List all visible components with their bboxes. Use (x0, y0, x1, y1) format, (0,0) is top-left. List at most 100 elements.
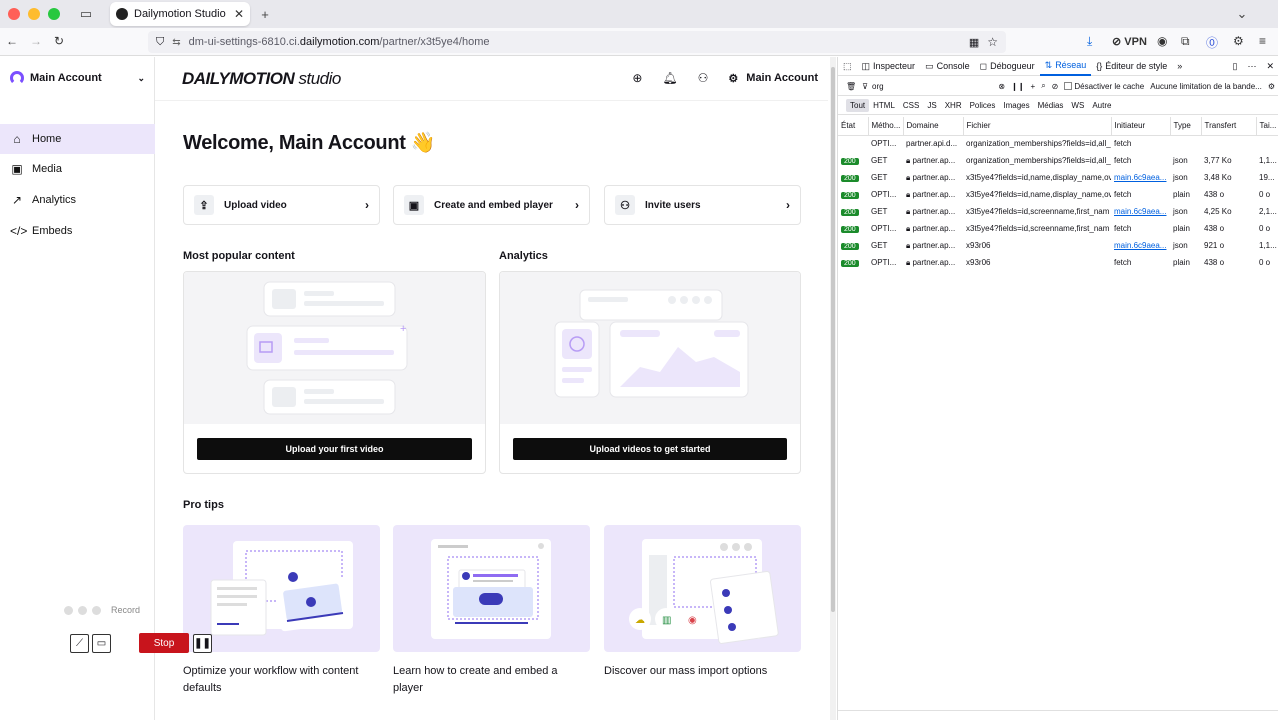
filter-urls-input[interactable]: ⊽ org (862, 82, 992, 91)
menu-icon[interactable]: ≡ (1259, 34, 1266, 48)
forward-icon[interactable]: → (30, 34, 42, 48)
upload-first-video-button[interactable]: Upload your first video (197, 438, 472, 460)
create-embed-player-action[interactable]: ▣ Create and embed player › (393, 185, 590, 225)
upload-videos-get-started-button[interactable]: Upload videos to get started (513, 438, 787, 460)
filter-media[interactable]: Médias (1034, 99, 1068, 112)
filter-all[interactable]: Tout (846, 99, 870, 112)
filter-js[interactable]: JS (923, 99, 940, 112)
minimize-window-button[interactable] (28, 8, 40, 20)
recorder-dot[interactable] (92, 605, 101, 615)
tip-title[interactable]: Discover our mass import options (604, 663, 801, 680)
pause-icon[interactable]: ❙❙ (1011, 82, 1024, 91)
page-scrollbar[interactable] (830, 57, 836, 720)
element-picker-icon[interactable]: ⬚ (838, 57, 857, 76)
column-header[interactable]: État (838, 117, 869, 136)
search-icon[interactable]: ⌕ (1041, 81, 1045, 91)
recorder-dot[interactable] (78, 605, 87, 615)
account-switcher[interactable]: Main Account ⌄ (10, 69, 145, 87)
dock-icon[interactable]: ▯ (1228, 57, 1243, 76)
tab-console[interactable]: ▭ Console (920, 57, 975, 76)
filter-ws[interactable]: WS (1067, 99, 1088, 112)
vpn-button[interactable]: ⊘ VPN (1112, 35, 1147, 48)
close-devtools-icon[interactable]: ✕ (1261, 57, 1278, 76)
column-header[interactable]: Domaine (903, 117, 964, 136)
table-row[interactable]: 200 GET 🔒︎ partner.ap... x3t5ye4?fields=id,… (838, 169, 1278, 186)
extensions-icon[interactable]: ⧉ (1181, 34, 1190, 49)
site-info-icon[interactable]: ⛉ (156, 36, 164, 49)
filter-fonts[interactable]: Polices (966, 99, 1000, 112)
sidebar-item-analytics[interactable]: ↗ Analytics (0, 185, 155, 215)
password-manager-icon[interactable]: ⓪ (1206, 34, 1218, 51)
tab-style-editor[interactable]: {} Éditeur de style (1091, 57, 1172, 76)
column-header[interactable]: Type (1170, 117, 1202, 136)
column-header[interactable]: Métho... (868, 117, 904, 136)
analytics-card: Upload videos to get started (499, 271, 801, 474)
filter-other[interactable]: Autre (1088, 99, 1115, 112)
qr-code-icon[interactable]: ▦ (969, 36, 979, 49)
table-row[interactable]: 200 OPTI... 🔒︎ partner.ap... x3t5ye4?fields… (838, 220, 1278, 237)
upload-video-action[interactable]: ⇪ Upload video › (183, 185, 380, 225)
reload-icon[interactable]: ↻ (54, 34, 64, 48)
filter-images[interactable]: Images (999, 99, 1033, 112)
users-icon[interactable]: ⚇ (698, 71, 709, 85)
scrollbar-thumb[interactable] (831, 67, 835, 612)
column-header[interactable]: Transfert (1201, 117, 1257, 136)
settings-gear-icon[interactable]: ⚙ (1268, 82, 1278, 91)
add-icon[interactable]: + (1031, 82, 1036, 91)
sidebar-item-home[interactable]: ⌂ Home (0, 124, 155, 154)
close-tab-icon[interactable]: ✕ (234, 7, 244, 21)
tab-overview-icon[interactable]: ▭ (78, 6, 94, 22)
url-text[interactable]: dm-ui-settings-6810.ci.dailymotion.com/p… (189, 36, 961, 48)
tab-debugger[interactable]: ◻ Débogueur (975, 57, 1040, 76)
account-icon[interactable]: ◉ (1157, 34, 1167, 48)
bookmark-star-icon[interactable]: ☆ (987, 35, 998, 49)
filter-xhr[interactable]: XHR (941, 99, 966, 112)
filter-html[interactable]: HTML (869, 99, 899, 112)
block-icon[interactable]: ⊘ (1052, 82, 1059, 91)
back-icon[interactable]: ← (6, 34, 18, 48)
column-header[interactable]: Fichier (963, 117, 1112, 136)
table-row[interactable]: 200 OPTI... 🔒︎ partner.ap... x93r06 fetch pla… (838, 254, 1278, 271)
url-bar[interactable]: ⛉ ⇆ dm-ui-settings-6810.ci.dailymotion.c… (148, 31, 1006, 53)
add-icon[interactable]: ⊕ (632, 71, 642, 85)
maximize-window-button[interactable] (48, 8, 60, 20)
tab-network[interactable]: ⇅ Réseau (1039, 57, 1092, 76)
region-select-icon[interactable]: ▭ (92, 634, 111, 653)
more-tabs-icon[interactable]: » (1172, 57, 1187, 76)
page-settings-icon[interactable]: ⇆ (172, 37, 180, 48)
sidebar-item-media[interactable]: ▣ Media (0, 154, 155, 184)
column-header[interactable]: Tai... (1256, 117, 1278, 136)
throttling-select[interactable]: Aucune limitation de la bande... (1150, 82, 1262, 91)
stop-recording-button[interactable]: Stop (139, 633, 189, 653)
tab-inspector[interactable]: ◫ Inspecteur (857, 57, 921, 76)
sidebar-item-embeds[interactable]: </> Embeds (0, 216, 155, 246)
disable-cache-checkbox[interactable]: Désactiver le cache (1064, 82, 1144, 91)
notifications-bell-icon[interactable]: 🔔︎ (662, 71, 677, 85)
table-row[interactable]: 200 GET 🔒︎ partner.ap... x3t5ye4?fields=id,… (838, 203, 1278, 220)
column-header[interactable]: Initiateur (1111, 117, 1171, 136)
clear-filter-icon[interactable]: ⊗ (998, 82, 1005, 91)
trash-icon[interactable]: 🗑︎ (846, 82, 856, 91)
new-tab-icon[interactable]: + (257, 6, 273, 22)
invite-users-action[interactable]: ⚇ Invite users › (604, 185, 801, 225)
table-row[interactable]: 200 GET 🔒︎ partner.ap... x93r06 main.6c9aea.… (838, 237, 1278, 254)
tip-card-mass-import[interactable]: ☁ ▥ ◉ (604, 525, 801, 652)
settings-gear-icon[interactable]: ⚙ (1233, 34, 1244, 48)
tab-dailymotion-studio[interactable]: Dailymotion Studio ✕ (110, 2, 250, 26)
tip-title[interactable]: Optimize your workflow with content defa… (183, 663, 380, 697)
table-row[interactable]: 200 GET 🔒︎ partner.ap... organization_membe… (838, 152, 1278, 169)
draw-pen-icon[interactable]: ⟋ (70, 634, 89, 653)
filter-css[interactable]: CSS (899, 99, 923, 112)
table-row[interactable]: 200 OPTI... 🔒︎ partner.ap... x3t5ye4?fields… (838, 186, 1278, 203)
tab-list-chevron-icon[interactable]: ⌄ (1234, 6, 1250, 22)
pause-icon[interactable]: ❚❚ (193, 634, 212, 653)
table-row[interactable]: OPTI... partner.api.d... organization_memb… (838, 135, 1278, 152)
recorder-dot[interactable] (64, 605, 73, 615)
devtools-menu-icon[interactable]: ⋯ (1242, 57, 1261, 76)
account-menu[interactable]: ⚙ Main Account (728, 72, 818, 85)
downloads-icon[interactable]: ⤓ (1087, 34, 1092, 49)
tip-card-embed-player[interactable] (393, 525, 590, 652)
close-window-button[interactable] (8, 8, 20, 20)
tip-title[interactable]: Learn how to create and embed a player (393, 663, 590, 697)
brand-logo[interactable]: DAILYMOTION studio (182, 69, 341, 89)
